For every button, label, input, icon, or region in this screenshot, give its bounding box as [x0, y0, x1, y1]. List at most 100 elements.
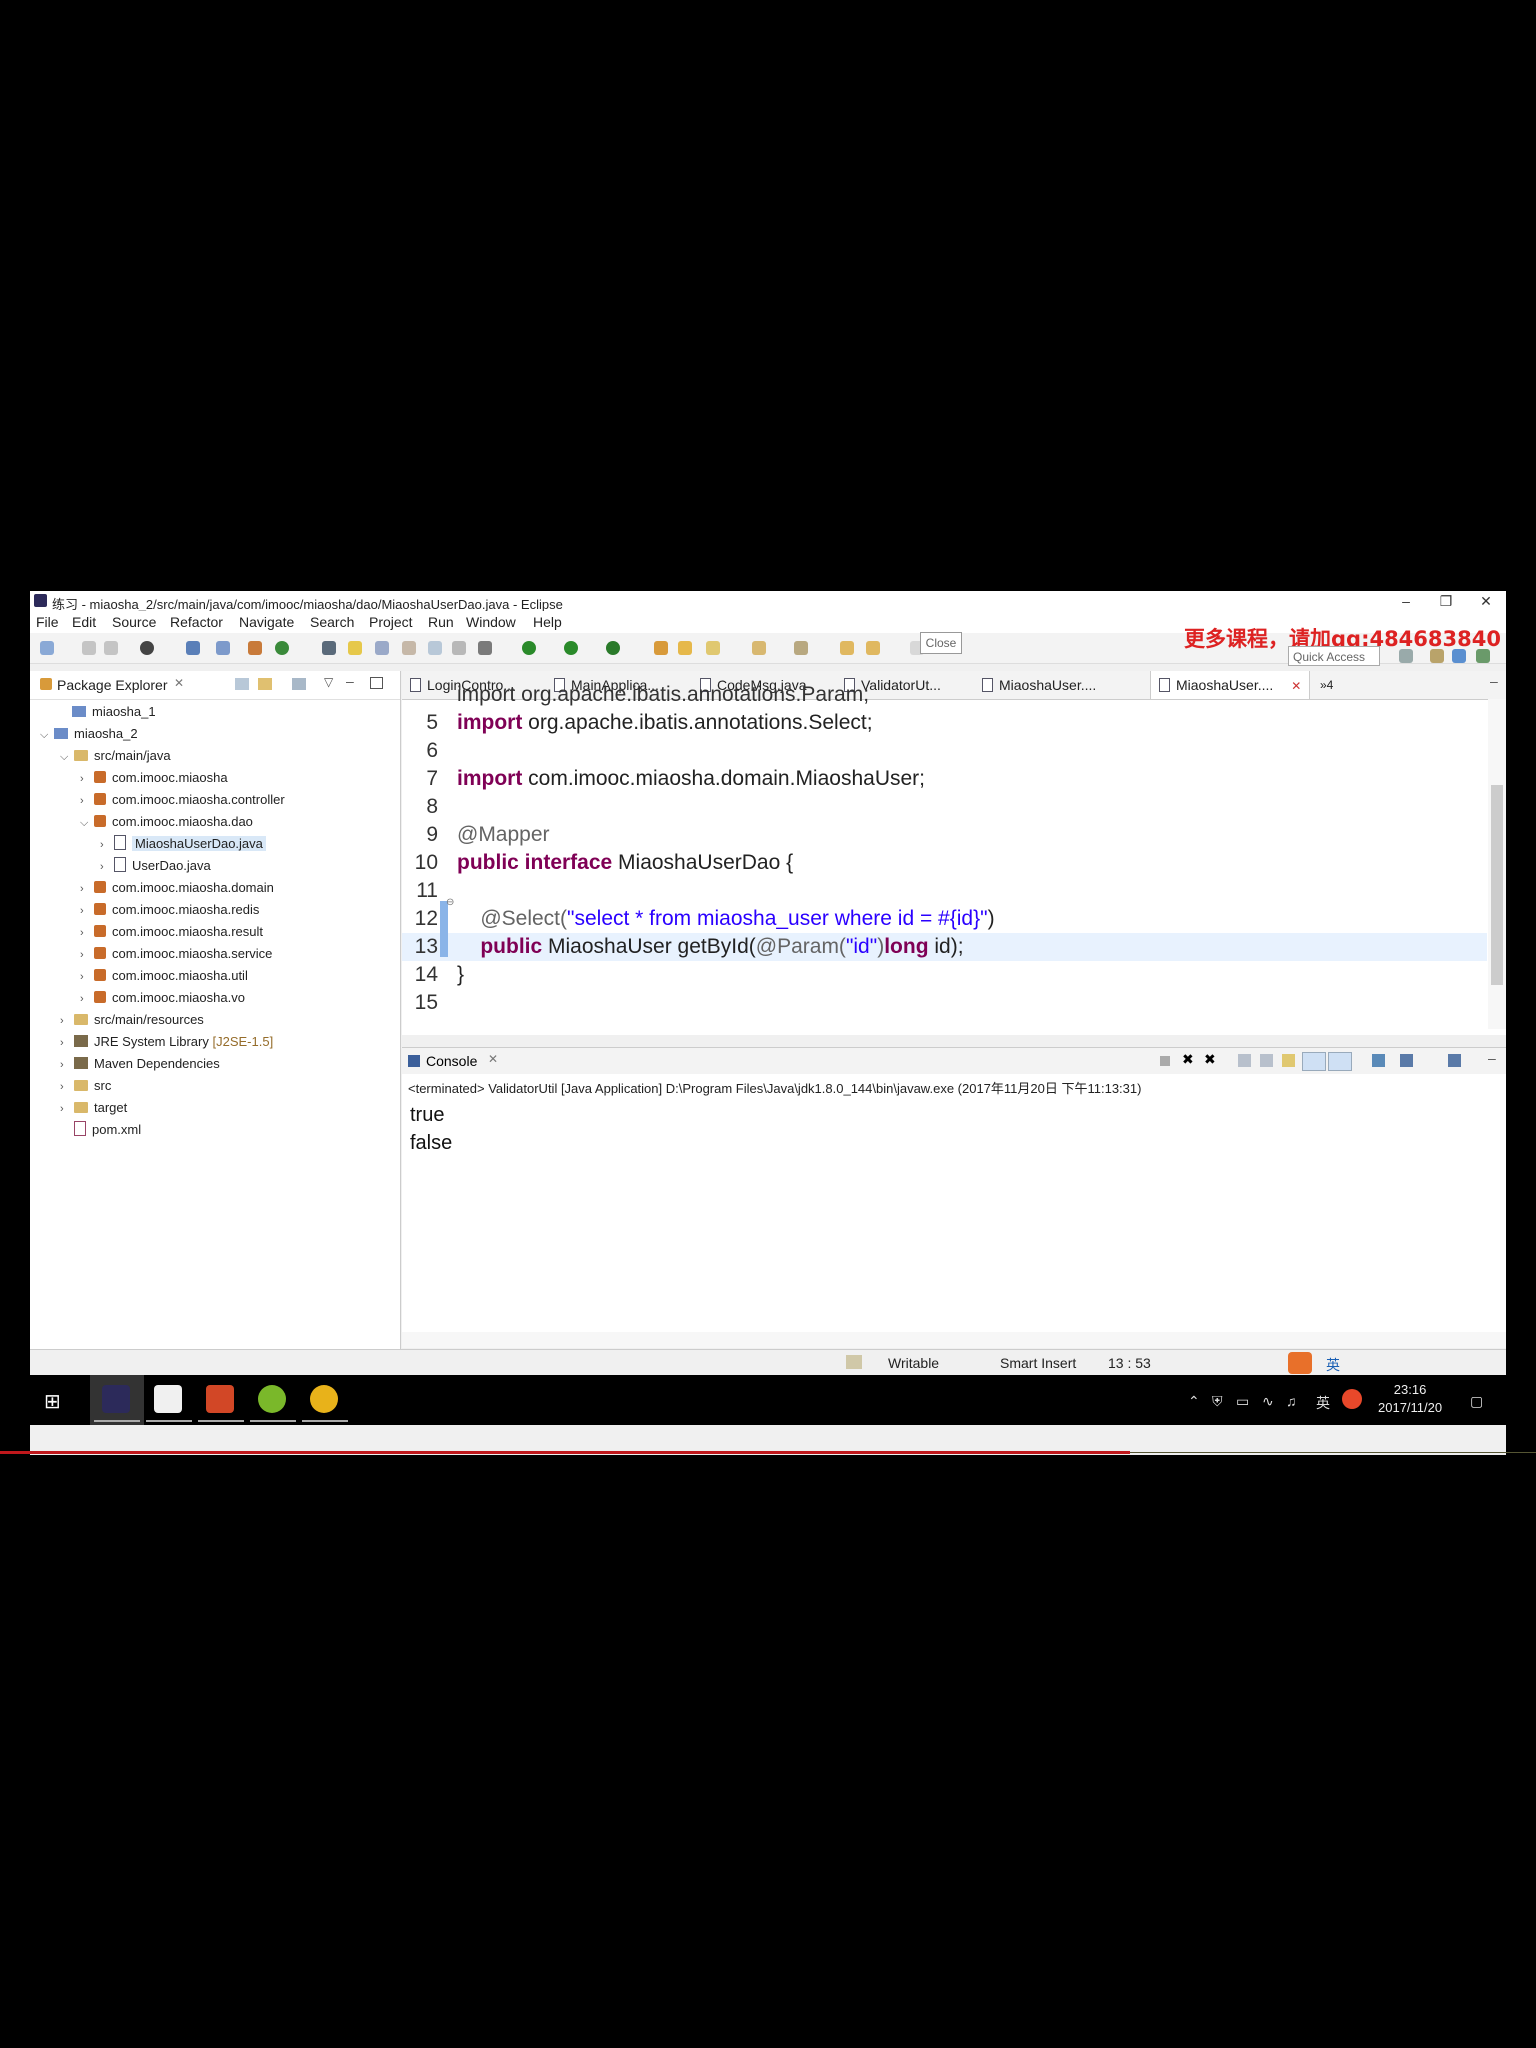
collapsed-arrow-icon[interactable]: ›	[100, 834, 114, 856]
collapsed-arrow-icon[interactable]: ›	[100, 856, 114, 878]
windows-start-icon[interactable]: ⊞	[44, 1389, 61, 1414]
chrome-task-icon[interactable]	[310, 1385, 338, 1413]
link-editor-icon[interactable]	[258, 678, 272, 690]
open-folder-icon[interactable]	[678, 641, 692, 655]
close-window-button[interactable]: ✕	[1466, 591, 1506, 611]
quick-access-input[interactable]: Quick Access	[1288, 646, 1380, 666]
scroll-thumb[interactable]	[1491, 785, 1503, 985]
tree-item-maven-dependencies[interactable]: › Maven Dependencies	[60, 1053, 220, 1075]
menu-edit[interactable]: Edit	[72, 614, 96, 630]
tree-item-package[interactable]: › com.imooc.miaosha.util	[80, 965, 248, 987]
collapsed-arrow-icon[interactable]: ›	[60, 1076, 74, 1098]
clear-console-icon[interactable]	[1238, 1054, 1251, 1067]
tree-item-package[interactable]: › com.imooc.miaosha.vo	[80, 987, 245, 1009]
security-tray-icon[interactable]: ⛨	[1212, 1393, 1223, 1410]
java-perspective-icon[interactable]	[1452, 649, 1466, 663]
new-icon[interactable]	[40, 641, 54, 655]
console-icon[interactable]	[186, 641, 200, 655]
perspective-icon[interactable]	[1399, 649, 1413, 663]
new-folder-icon[interactable]	[654, 641, 668, 655]
terminate-icon[interactable]	[1160, 1056, 1170, 1066]
paragraph-icon[interactable]	[452, 641, 466, 655]
minimize-editor-icon[interactable]: –	[1490, 673, 1498, 689]
pin-icon[interactable]	[322, 641, 336, 655]
collapsed-arrow-icon[interactable]: ›	[60, 1098, 74, 1120]
tree-item-src-main-resources[interactable]: › src/main/resources	[60, 1009, 204, 1031]
tray-expand-icon[interactable]: ⌃	[1188, 1393, 1200, 1410]
notepad-task-icon[interactable]	[154, 1385, 182, 1413]
expanded-arrow-icon[interactable]: ⌵	[80, 812, 94, 834]
tree-item-package[interactable]: › com.imooc.miaosha.domain	[80, 877, 274, 899]
tree-item-miaosha-2[interactable]: ⌵ miaosha_2	[40, 723, 138, 745]
tree-item-pom[interactable]: pom.xml	[60, 1119, 141, 1141]
code-line[interactable]: 11	[402, 877, 1487, 905]
ime-tray-label[interactable]: 英	[1316, 1393, 1330, 1413]
pin-console-icon[interactable]	[1372, 1054, 1385, 1067]
last-edit-icon[interactable]	[840, 641, 854, 655]
collapsed-arrow-icon[interactable]: ›	[80, 922, 94, 944]
save-icon[interactable]	[82, 641, 96, 655]
sogou-tray-icon[interactable]	[1342, 1389, 1362, 1409]
show-on-output-icon[interactable]	[1302, 1052, 1326, 1071]
code-line[interactable]: 8	[402, 793, 1487, 821]
code-line[interactable]: 9 @Mapper	[402, 821, 1487, 849]
ime-mode-indicator[interactable]: 英	[1326, 1355, 1340, 1375]
menu-navigate[interactable]: Navigate	[239, 614, 294, 630]
collapsed-arrow-icon[interactable]: ›	[80, 768, 94, 790]
external-tools-icon[interactable]	[606, 641, 620, 655]
notifications-icon[interactable]: ▢	[1470, 1393, 1483, 1410]
tree-item-src[interactable]: › src	[60, 1075, 111, 1097]
search-pen-icon[interactable]	[706, 641, 720, 655]
close-console-icon[interactable]: ✕	[488, 1052, 498, 1066]
code-editor[interactable]: import org.apache.ibatis.annotations.Par…	[402, 683, 1506, 1029]
refresh-icon[interactable]	[275, 641, 289, 655]
block-icon[interactable]	[402, 641, 416, 655]
collapsed-arrow-icon[interactable]: ›	[80, 966, 94, 988]
code-line[interactable]: 14}	[402, 961, 1487, 989]
tree-item-package[interactable]: › com.imooc.miaosha.service	[80, 943, 272, 965]
display-console-icon[interactable]	[1400, 1054, 1413, 1067]
menu-source[interactable]: Source	[112, 614, 156, 630]
word-wrap-icon[interactable]	[1282, 1054, 1295, 1067]
system-clock[interactable]: 23:16 2017/11/20	[1378, 1381, 1442, 1417]
collapsed-arrow-icon[interactable]: ›	[60, 1054, 74, 1076]
tree-item-package[interactable]: › com.imooc.miaosha.redis	[80, 899, 259, 921]
collapsed-arrow-icon[interactable]: ›	[80, 790, 94, 812]
green-app-task-icon[interactable]	[258, 1385, 286, 1413]
java-ee-perspective-icon[interactable]	[1430, 649, 1444, 663]
show-on-error-icon[interactable]	[1328, 1052, 1352, 1071]
collapse-all-icon[interactable]	[235, 678, 249, 690]
save-all-icon[interactable]	[104, 641, 118, 655]
run-icon[interactable]	[522, 641, 536, 655]
fold-icon[interactable]: ⊖	[446, 897, 454, 908]
menu-refactor[interactable]: Refactor	[170, 614, 223, 630]
video-progress-played[interactable]	[0, 1451, 1130, 1454]
minimize-view-icon[interactable]: –	[346, 673, 354, 689]
collapsed-arrow-icon[interactable]: ›	[80, 900, 94, 922]
collapsed-arrow-icon[interactable]: ›	[60, 1010, 74, 1032]
menu-window[interactable]: Window	[466, 614, 516, 630]
tree-item-file-selected[interactable]: › MiaoshaUserDao.java	[100, 833, 266, 855]
prev-annotation-icon[interactable]	[794, 641, 808, 655]
maximize-view-icon[interactable]	[370, 677, 383, 689]
toggle-icon[interactable]	[375, 641, 389, 655]
open-console-icon[interactable]	[1448, 1054, 1461, 1067]
menu-project[interactable]: Project	[369, 614, 413, 630]
remove-all-icon[interactable]: ✖	[1204, 1051, 1216, 1068]
console-horizontal-scrollbar[interactable]	[402, 1332, 1506, 1348]
package-icon[interactable]	[248, 641, 262, 655]
editor-vertical-scrollbar[interactable]	[1488, 699, 1506, 1029]
code-line[interactable]: 7 import com.imooc.miaosha.domain.Miaosha…	[402, 765, 1487, 793]
close-view-icon[interactable]: ✕	[174, 676, 184, 690]
focus-icon[interactable]	[292, 678, 306, 690]
tree-item-package[interactable]: › com.imooc.miaosha.result	[80, 921, 263, 943]
tree-item-package[interactable]: ⌵ com.imooc.miaosha.dao	[80, 811, 253, 833]
code-line[interactable]: 5 import org.apache.ibatis.annotations.Se…	[402, 709, 1487, 737]
collapsed-arrow-icon[interactable]: ›	[60, 1032, 74, 1054]
view-menu-icon[interactable]: ▽	[324, 675, 333, 689]
next-annotation-icon[interactable]	[752, 641, 766, 655]
collapsed-arrow-icon[interactable]: ›	[80, 988, 94, 1010]
tree-item-file[interactable]: › UserDao.java	[100, 855, 211, 877]
minimize-console-icon[interactable]: –	[1488, 1050, 1496, 1066]
back-icon[interactable]	[866, 641, 880, 655]
